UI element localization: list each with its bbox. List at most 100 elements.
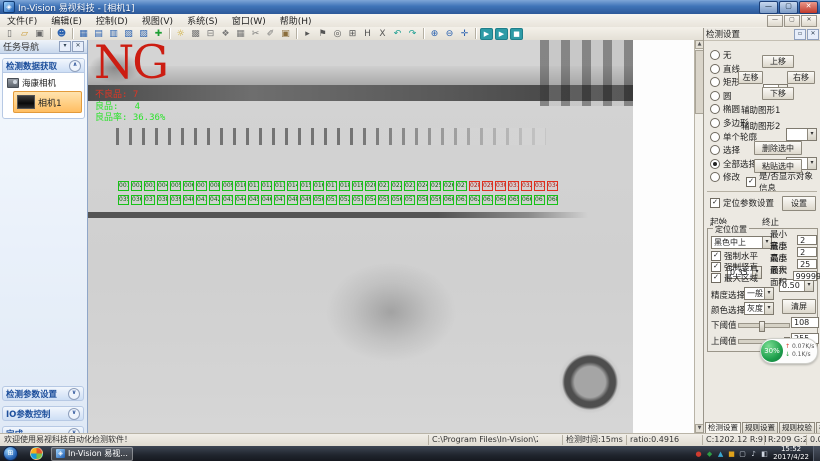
tray-app-icon[interactable]: ■ xyxy=(727,449,736,459)
menu-item[interactable]: 视图(V) xyxy=(135,14,180,27)
window-layout-icon-5[interactable]: ▨ xyxy=(136,27,151,41)
menu-item[interactable]: 帮助(H) xyxy=(273,14,319,27)
radio-option[interactable]: 选择 xyxy=(710,145,757,155)
user-login-icon[interactable]: ☻ xyxy=(54,27,69,41)
run-continuous-icon[interactable]: ▶ xyxy=(495,28,508,40)
net-speed-widget[interactable]: 30% ↑ 0.07K/s ↓ 0.1K/s xyxy=(760,338,818,364)
expand-chevron-icon[interactable]: ∨ xyxy=(68,388,80,400)
field-value[interactable]: 2 xyxy=(797,235,817,245)
move-right-button[interactable]: 右移 xyxy=(787,71,815,84)
tray-safe-icon[interactable]: ◆ xyxy=(705,449,714,459)
level-icon[interactable]: ⊟ xyxy=(203,27,218,41)
slider-thumb[interactable] xyxy=(759,321,765,332)
tool-h-icon[interactable]: H xyxy=(360,27,375,41)
zoom-out-icon[interactable]: ⊖ xyxy=(442,27,457,41)
show-desktop-button[interactable] xyxy=(813,446,820,461)
mdi-restore-button[interactable]: ▢ xyxy=(784,15,800,27)
tray-display-icon[interactable]: ▢ xyxy=(738,449,747,459)
force-checkbox[interactable]: ✓强制竖直 xyxy=(711,262,758,272)
taskbar-clock[interactable]: 15:52 2017/4/22 xyxy=(773,446,809,461)
field-value[interactable]: 2 xyxy=(797,247,817,257)
acquisition-panel-header[interactable]: 检测数据获取 ∧ xyxy=(3,59,84,73)
minimize-button[interactable]: — xyxy=(759,1,778,14)
move-up-button[interactable]: 上移 xyxy=(762,55,794,68)
tray-antivirus-icon[interactable]: ● xyxy=(694,449,703,459)
light-source-icon[interactable]: ☼ xyxy=(173,27,188,41)
tray-network-icon[interactable]: ◧ xyxy=(760,449,769,459)
target-icon[interactable]: ◎ xyxy=(330,27,345,41)
run-icon[interactable]: ▶ xyxy=(480,28,493,40)
flag-icon[interactable]: ⚑ xyxy=(315,27,330,41)
delete-selected-button[interactable]: 删除选中 xyxy=(754,141,802,155)
force-checkbox[interactable]: ✓最大区域 xyxy=(711,273,758,283)
move-left-button[interactable]: 左移 xyxy=(738,71,763,84)
window-layout-icon-4[interactable]: ▧ xyxy=(121,27,136,41)
tree-item-camera1-selected[interactable]: 相机1 xyxy=(13,91,82,113)
stop-icon[interactable]: ■ xyxy=(510,28,523,40)
sidebar-collapsed-panel[interactable]: IO参数控制∨ xyxy=(2,406,84,421)
cut-icon[interactable]: ✂ xyxy=(248,27,263,41)
precision-dropdown[interactable]: 一般 xyxy=(744,287,774,300)
play-icon[interactable]: ▸ xyxy=(300,27,315,41)
redo-icon[interactable]: ↷ xyxy=(405,27,420,41)
sidebar-pin-icon[interactable]: ▾ xyxy=(59,41,71,52)
tray-volume-icon[interactable]: ♪ xyxy=(749,449,758,459)
collapse-chevron-icon[interactable]: ∧ xyxy=(69,60,81,72)
low-threshold-value[interactable]: 108 xyxy=(791,317,819,328)
new-file-icon[interactable]: ▯ xyxy=(2,27,17,41)
radio-option[interactable]: 单个轮廓 xyxy=(710,132,757,142)
field-value[interactable]: 999999 xyxy=(793,271,817,281)
inspection-image[interactable]: NG 不良品: 7 良品: 4 良品率: 36.36% 001002003004… xyxy=(88,40,633,433)
start-button[interactable]: ⊞ xyxy=(3,446,18,461)
settings-button[interactable]: 设置 xyxy=(782,196,816,211)
radio-option[interactable]: 圆 xyxy=(710,91,757,101)
sidebar-collapsed-panel[interactable]: 检测参数设置∨ xyxy=(2,386,84,401)
taskbar-task-button[interactable]: ◈ In-Vision 易视... xyxy=(51,447,133,461)
menu-item[interactable]: 系统(S) xyxy=(180,14,225,27)
aux-shape1-dropdown[interactable] xyxy=(786,128,817,141)
restore-button[interactable]: ▢ xyxy=(779,1,798,14)
pinwheel-app-icon[interactable] xyxy=(30,447,43,460)
menu-item[interactable]: 编辑(E) xyxy=(44,14,89,27)
grid-icon[interactable]: ▦ xyxy=(233,27,248,41)
tool-x-icon[interactable]: X xyxy=(375,27,390,41)
menu-item[interactable]: 控制(D) xyxy=(89,14,135,27)
add-region-icon[interactable]: ✚ xyxy=(151,27,166,41)
position-mode-dropdown[interactable]: 黑色中上 xyxy=(711,236,772,249)
mdi-close-button[interactable]: ✕ xyxy=(801,15,817,27)
locate-params-checkbox[interactable]: ✓ 定位参数设置 xyxy=(710,198,774,208)
panel-pin-icon[interactable]: ▫ xyxy=(794,29,806,40)
window-layout-icon-1[interactable]: ▦ xyxy=(76,27,91,41)
draw-icon[interactable]: ✐ xyxy=(263,27,278,41)
open-folder-icon[interactable]: ▱ xyxy=(17,27,32,41)
sidebar-close-icon[interactable]: ✕ xyxy=(72,41,84,52)
radio-option[interactable]: 全部选择 xyxy=(710,159,757,169)
calibration-icon[interactable]: ❖ xyxy=(218,27,233,41)
force-checkbox[interactable]: ✓强制水平 xyxy=(711,251,758,261)
clear-screen-button[interactable]: 清屏 xyxy=(782,299,816,314)
move-down-button[interactable]: 下移 xyxy=(762,87,794,100)
radio-option[interactable]: 无 xyxy=(710,50,757,60)
memory-percent-ball[interactable]: 30% xyxy=(761,340,783,362)
tray-update-icon[interactable]: ▲ xyxy=(716,449,725,459)
undo-icon[interactable]: ↶ xyxy=(390,27,405,41)
save-icon[interactable]: ▣ xyxy=(32,27,47,41)
field-value[interactable]: 25 xyxy=(797,259,817,269)
mdi-minimize-button[interactable]: — xyxy=(767,15,783,27)
close-button[interactable]: ✕ xyxy=(799,1,818,14)
zoom-in-icon[interactable]: ⊕ xyxy=(427,27,442,41)
low-threshold-slider[interactable] xyxy=(738,323,790,328)
expand-chevron-icon[interactable]: ∨ xyxy=(68,408,80,420)
merge-icon[interactable]: ⊞ xyxy=(345,27,360,41)
tree-item-camera-root[interactable]: 海康相机 xyxy=(5,76,82,90)
pan-icon[interactable]: ✛ xyxy=(457,27,472,41)
menu-item[interactable]: 窗口(W) xyxy=(225,14,273,27)
show-object-info-checkbox[interactable]: ✓ 是/否显示对象信息 xyxy=(746,177,820,187)
window-layout-icon-2[interactable]: ▤ xyxy=(91,27,106,41)
menu-item[interactable]: 文件(F) xyxy=(0,14,44,27)
color-dropdown[interactable]: 灰度 xyxy=(744,302,774,315)
image-icon[interactable]: ▣ xyxy=(278,27,293,41)
window-layout-icon-3[interactable]: ▥ xyxy=(106,27,121,41)
panel-close-icon[interactable]: ✕ xyxy=(807,29,819,40)
exposure-icon[interactable]: ▩ xyxy=(188,27,203,41)
